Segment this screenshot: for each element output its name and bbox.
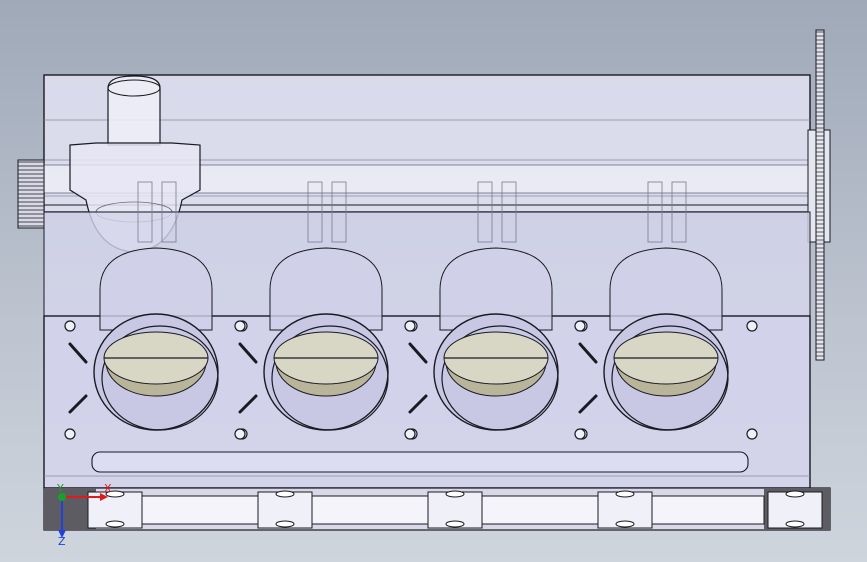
y-axis-label: Y: [56, 482, 64, 495]
bolt-hole: [64, 320, 76, 332]
bearing-hole: [105, 520, 125, 528]
bearing-hole: [615, 490, 635, 498]
x-axis-label: X: [104, 482, 112, 495]
bolt-hole: [64, 428, 76, 440]
bearing-hole: [275, 490, 295, 498]
crankcase-base: [43, 487, 831, 531]
bearing-hole: [785, 520, 805, 528]
bolt-hole: [574, 428, 586, 440]
bearing-hole: [785, 490, 805, 498]
bolt-hole: [746, 320, 758, 332]
bolt-hole: [574, 320, 586, 332]
bearing-hole: [275, 520, 295, 528]
bearing-hole: [615, 520, 635, 528]
z-axis-label: Z: [58, 535, 66, 548]
timing-pulley: [807, 29, 831, 361]
bolt-hole: [234, 428, 246, 440]
bolt-hole: [746, 428, 758, 440]
bolt-hole: [234, 320, 246, 332]
cad-viewport[interactable]: X Y Z: [0, 0, 867, 562]
bolt-hole: [404, 320, 416, 332]
bearing-hole: [445, 520, 465, 528]
bolt-hole: [404, 428, 416, 440]
bearing-hole: [445, 490, 465, 498]
engine-block-drawing: X Y Z: [17, 29, 831, 548]
